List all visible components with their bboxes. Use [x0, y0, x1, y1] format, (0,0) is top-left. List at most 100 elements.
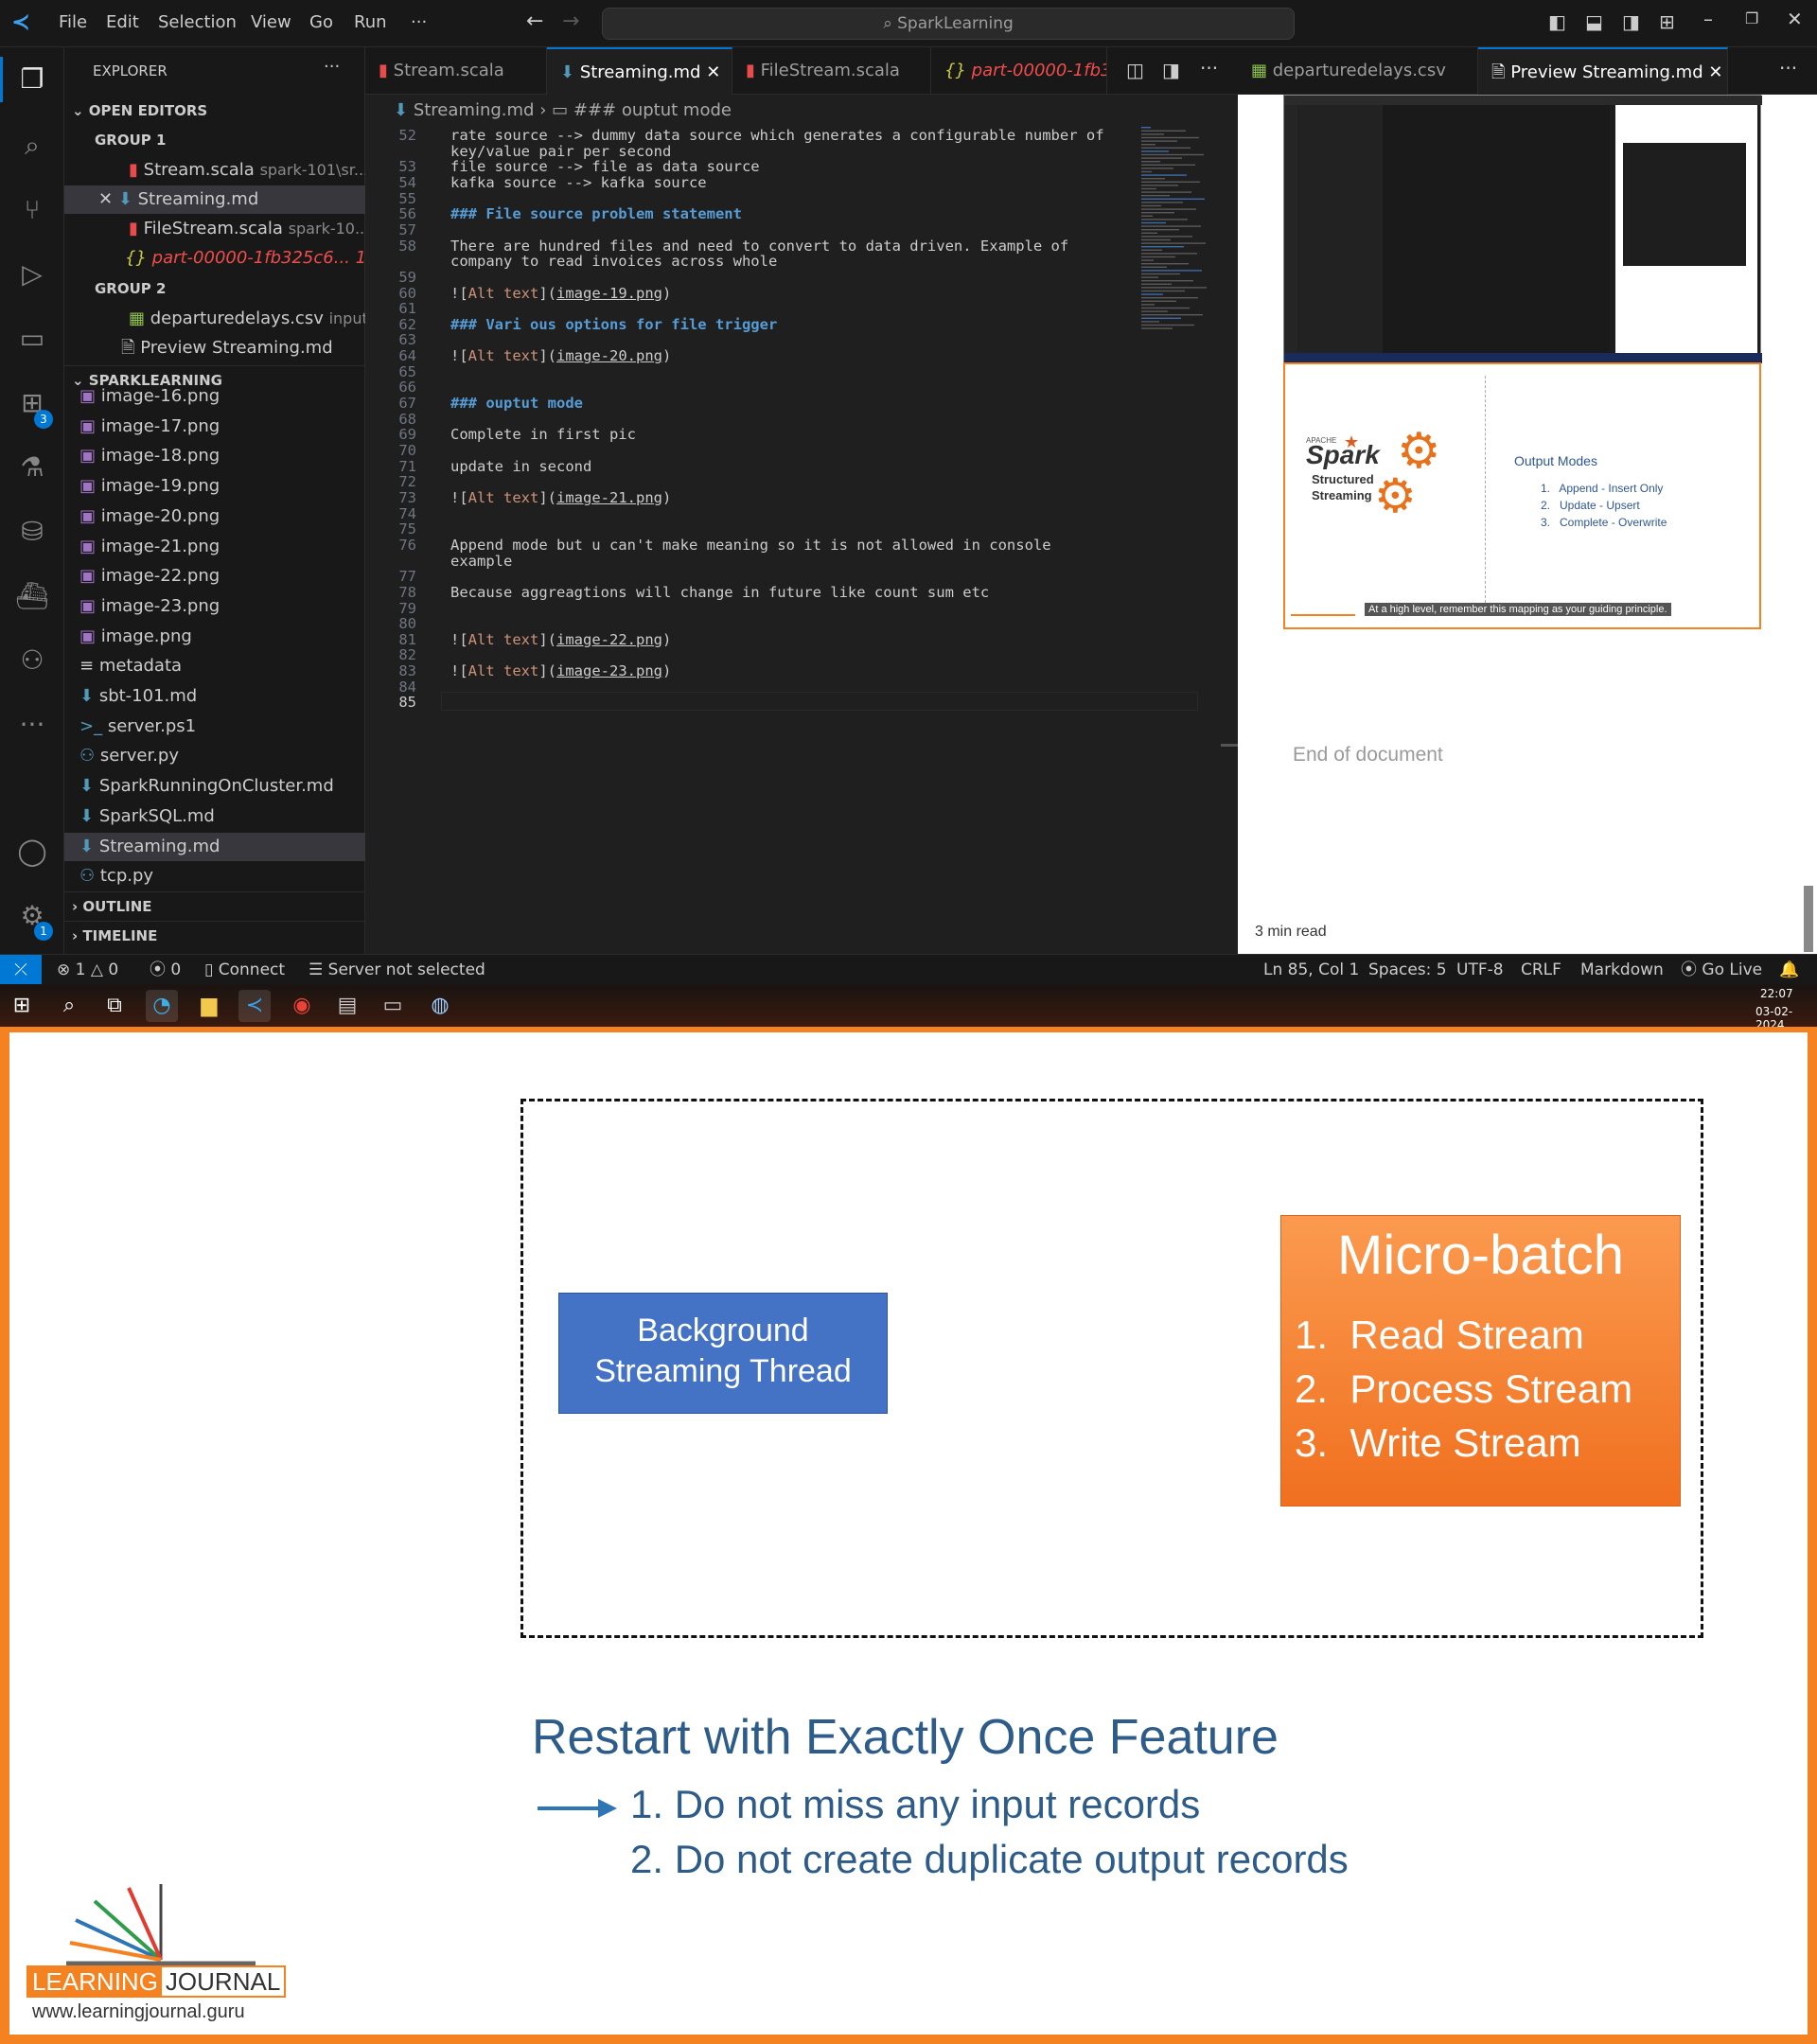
file-tree-item[interactable]: ⬇ SparkRunningOnCluster.md — [64, 772, 365, 801]
code-line[interactable]: Append mode but u can't make meaning so … — [450, 537, 1051, 554]
toggle-secondary-sidebar-icon[interactable]: ◨ — [1622, 10, 1640, 33]
code-line[interactable]: example — [450, 553, 512, 570]
close-window-icon[interactable]: ✕ — [1787, 8, 1803, 30]
code-line[interactable]: ![Alt text](image-22.png) — [450, 631, 671, 648]
file-tree-item[interactable]: ▣ image-23.png — [64, 592, 365, 621]
code-line[interactable]: kafka source --> kafka source — [450, 174, 707, 191]
preview-more-icon[interactable]: ··· — [1779, 57, 1797, 79]
breadcrumb-section[interactable]: ### ouptut mode — [573, 100, 732, 120]
file-tree-item[interactable]: ≡ metadata — [64, 652, 365, 680]
task-view-icon[interactable]: ⧉ — [98, 990, 131, 1022]
preview-scrollbar[interactable] — [1804, 886, 1813, 952]
windows-start-icon[interactable]: ⊞ — [6, 990, 38, 1022]
minimap[interactable] — [1141, 127, 1221, 354]
menu-selection[interactable]: Selection — [158, 12, 237, 32]
restore-icon[interactable]: ❐ — [1745, 9, 1758, 27]
taskbar-time[interactable]: 22:07 — [1760, 987, 1793, 1000]
open-editor-streaming-md[interactable]: ✕ ⬇ Streaming.md — [64, 185, 365, 214]
menu-run[interactable]: Run — [354, 12, 387, 32]
menu-more[interactable]: ··· — [411, 12, 427, 32]
source-control-icon[interactable]: ⑂ — [13, 191, 51, 229]
split-editor-icon[interactable]: ◨ — [1162, 59, 1180, 81]
file-tree-item[interactable]: ⚇ tcp.py — [64, 862, 365, 890]
code-line[interactable]: ![Alt text](image-23.png) — [450, 662, 671, 679]
file-tree-item[interactable]: ⬇ SparkSQL.md — [64, 802, 365, 831]
testing-icon[interactable]: ⚗ — [13, 449, 51, 486]
open-editor-filestream-scala[interactable]: ▮ FileStream.scala spark-10... — [64, 215, 365, 243]
encoding-status[interactable]: UTF-8 — [1456, 955, 1504, 985]
customize-layout-icon[interactable]: ⊞ — [1659, 10, 1675, 33]
file-tree-item[interactable]: ⚇ server.py — [64, 742, 365, 770]
code-line[interactable]: company to read invoices across whole — [450, 253, 777, 270]
forward-arrow-icon[interactable]: → — [562, 9, 579, 33]
eol-status[interactable]: CRLF — [1521, 955, 1561, 985]
code-line[interactable]: update in second — [450, 458, 591, 475]
close-tab-icon[interactable]: ✕ — [706, 62, 720, 82]
open-preview-icon[interactable]: ◫ — [1126, 59, 1144, 81]
file-tree-item[interactable]: ▣ image-19.png — [64, 472, 365, 501]
code-line[interactable]: ![Alt text](image-20.png) — [450, 347, 671, 364]
cursor-position[interactable]: Ln 85, Col 1 — [1263, 955, 1359, 985]
toggle-sidebar-icon[interactable]: ◧ — [1548, 10, 1566, 33]
close-editor-icon[interactable]: ✕ — [98, 189, 118, 209]
tab-streaming-md[interactable]: ⬇ Streaming.md ✕ — [547, 47, 732, 95]
ports-status[interactable]: ⦿ 0 — [150, 955, 181, 985]
menu-edit[interactable]: Edit — [106, 12, 139, 32]
server-status[interactable]: ☰ Server not selected — [309, 955, 485, 985]
code-line[interactable]: There are hundred files and need to conv… — [450, 238, 1068, 255]
python-icon[interactable]: ⚇ — [13, 642, 51, 679]
tab-departuredelays[interactable]: ▦ departuredelays.csv — [1238, 47, 1478, 95]
file-tree-item[interactable]: ▣ image.png — [64, 623, 365, 651]
code-line[interactable]: ![Alt text](image-21.png) — [450, 489, 671, 506]
code-line[interactable]: ![Alt text](image-19.png) — [450, 285, 671, 302]
run-debug-icon[interactable]: ▷ — [13, 256, 51, 293]
accounts-icon[interactable]: ◯ — [13, 833, 51, 871]
search-view-icon[interactable]: ⌕ — [13, 127, 51, 165]
file-tree-item[interactable]: ▣ image-21.png — [64, 533, 365, 561]
minimize-icon[interactable]: – — [1703, 8, 1713, 30]
tab-preview-streaming[interactable]: 🗎 Preview Streaming.md ✕ — [1478, 47, 1728, 95]
code-line[interactable]: key/value pair per second — [450, 143, 671, 160]
globe-app-icon[interactable]: ◍ — [424, 990, 456, 1022]
explorer-more-icon[interactable]: ··· — [324, 57, 340, 77]
open-editor-part-json[interactable]: {} part-00000-1fb325c6... 1 — [64, 244, 365, 273]
code-editor[interactable]: 52 rate source --> dummy data source whic… — [365, 127, 1238, 954]
file-tree-item[interactable]: ▣ image-16.png — [64, 382, 365, 411]
menu-go[interactable]: Go — [309, 12, 333, 32]
code-line[interactable]: ### File source problem statement — [450, 205, 742, 222]
editor-more-icon[interactable]: ··· — [1200, 57, 1218, 79]
file-tree-item[interactable]: ▣ image-22.png — [64, 562, 365, 590]
connect-status[interactable]: ▯ Connect — [204, 955, 285, 985]
more-views-icon[interactable]: ··· — [13, 706, 51, 744]
app-icon[interactable]: ▤ — [331, 990, 363, 1022]
go-live-button[interactable]: ⦿ Go Live — [1681, 955, 1762, 985]
tab-filestream-scala[interactable]: ▮ FileStream.scala — [732, 47, 931, 95]
menu-view[interactable]: View — [251, 12, 291, 32]
back-arrow-icon[interactable]: ← — [526, 9, 543, 33]
problems-status[interactable]: ⊗ 1 △ 0 — [57, 955, 118, 985]
file-tree-item[interactable]: ▣ image-20.png — [64, 502, 365, 531]
remote-explorer-icon[interactable]: ▭ — [13, 320, 51, 358]
code-line[interactable]: file source --> file as data source — [450, 158, 760, 175]
open-editors-header[interactable]: ⌄ OPEN EDITORS — [64, 97, 365, 125]
chrome-icon[interactable]: ◉ — [286, 990, 318, 1022]
explorer-icon[interactable]: ❐ — [13, 61, 51, 98]
breadcrumb-file[interactable]: Streaming.md — [414, 100, 535, 120]
open-editor-stream-scala[interactable]: ▮ Stream.scala spark-101\sr... — [64, 156, 365, 185]
remote-indicator-icon[interactable]: ⤫ — [0, 955, 42, 985]
command-center-search[interactable]: ⌕ SparkLearning — [602, 8, 1295, 40]
file-tree-item[interactable]: ⬇ sbt-101.md — [64, 682, 365, 711]
editor-scrollbar[interactable] — [1221, 744, 1238, 747]
tab-stream-scala[interactable]: ▮ Stream.scala — [365, 47, 547, 95]
file-tree-item[interactable]: ▣ image-18.png — [64, 442, 365, 470]
outline-header[interactable]: › OUTLINE — [64, 891, 365, 920]
tab-part-json[interactable]: {} part-00000-1fb3... — [931, 47, 1107, 95]
edge-browser-icon[interactable]: ◔ — [146, 990, 178, 1022]
code-line[interactable]: ### ouptut mode — [450, 395, 583, 412]
file-tree-item[interactable]: ▣ image-17.png — [64, 413, 365, 441]
database-icon[interactable]: ⛁ — [13, 513, 51, 551]
close-tab-icon[interactable]: ✕ — [1708, 62, 1722, 82]
open-editor-departuredelays[interactable]: ▦ departuredelays.csv input — [64, 305, 365, 333]
indentation-status[interactable]: Spaces: 5 — [1368, 955, 1447, 985]
notifications-bell-icon[interactable]: 🔔 — [1779, 955, 1799, 985]
